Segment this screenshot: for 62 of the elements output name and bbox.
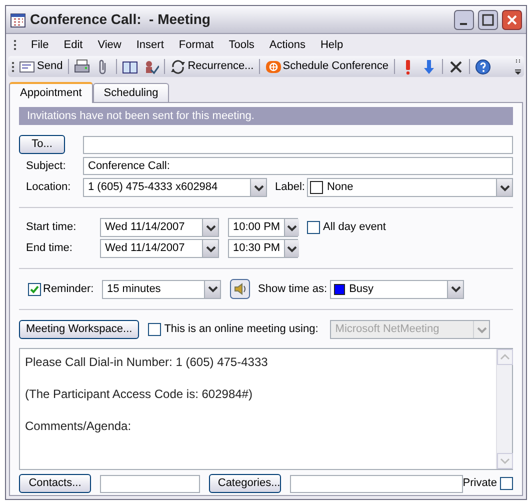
menu-item[interactable]: File — [31, 36, 49, 54]
tab[interactable]: Scheduling — [92, 83, 170, 102]
help-icon[interactable] — [474, 58, 491, 74]
field-label: Start time: — [25, 220, 78, 236]
date-dropdown[interactable]: Wed 11/14/2007 — [100, 239, 219, 258]
address-book-icon[interactable] — [122, 58, 138, 74]
checkbox[interactable] — [28, 282, 41, 296]
toolbar-button[interactable]: Recurrence... — [170, 58, 254, 75]
window-title: Conference Call: - Meeting — [30, 10, 212, 29]
minimize-button[interactable] — [454, 10, 474, 30]
to-button[interactable]: To... — [19, 135, 65, 154]
calendar-icon — [10, 12, 26, 28]
speaker-button[interactable] — [230, 279, 250, 299]
field-label: Show time as: — [258, 282, 328, 297]
menu-item[interactable]: Edit — [64, 36, 83, 54]
tab[interactable]: Appointment — [9, 82, 93, 103]
checkbox-label: This is an online meeting using: — [164, 322, 318, 338]
menu-item[interactable]: Tools — [228, 36, 254, 54]
menu-item[interactable]: Format — [178, 36, 214, 54]
field-label: Subject: — [25, 158, 67, 174]
time-dropdown[interactable]: 10:00 PM — [228, 218, 298, 237]
body-text: (The Participant Access Code is: 602984#) — [25, 386, 254, 403]
menu-item[interactable]: Help — [320, 36, 344, 54]
toolbar-button[interactable]: Schedule Conference — [264, 58, 389, 75]
date-dropdown[interactable]: Wed 11/14/2007 — [100, 218, 219, 237]
checkbox[interactable] — [500, 477, 513, 490]
input-field[interactable]: Conference Call: — [83, 157, 513, 175]
contacts-button[interactable]: Contacts... — [19, 474, 91, 493]
maximize-button[interactable] — [478, 10, 498, 30]
checkbox-label: Reminder: — [43, 282, 95, 297]
categories-button[interactable]: Categories... — [208, 474, 281, 493]
location-dropdown[interactable]: 1 (605) 475-4333 x602984 — [83, 178, 267, 197]
body-text: Comments/Agenda: — [25, 418, 132, 435]
input-field[interactable] — [290, 474, 463, 492]
field-label: Location: — [25, 180, 72, 196]
menu-item[interactable]: View — [98, 36, 122, 54]
show-time-dropdown[interactable]: Busy — [330, 280, 464, 298]
info-bar: Invitations have not been sent for this meeting. — [19, 107, 513, 125]
delete-icon[interactable] — [448, 58, 464, 74]
envelope-icon — [19, 58, 35, 74]
conference-icon — [264, 58, 281, 74]
body-text: Please Call Dial-in Number: 1 (605) 475-4333 — [25, 354, 269, 371]
label-dropdown[interactable]: None — [306, 178, 513, 197]
color-swatch-icon — [310, 181, 323, 194]
toolbar-button[interactable]: Send — [19, 58, 63, 75]
input-field[interactable] — [100, 474, 200, 492]
time-dropdown[interactable]: 10:30 PM — [228, 239, 298, 258]
overflow-icon[interactable] — [514, 57, 522, 75]
printer-icon[interactable] — [74, 58, 90, 74]
field-label: Label: — [275, 180, 305, 196]
message-body[interactable]: Please Call Dial-in Number: 1 (605) 475-4333 (The Participant Access Code is: 602984#) Comments/Agenda: — [19, 348, 513, 470]
field-label: End time: — [25, 241, 74, 256]
meeting-workspace-button[interactable]: Meeting Workspace... — [19, 320, 140, 339]
checkbox[interactable] — [307, 221, 320, 234]
menu-item[interactable]: Insert — [136, 36, 164, 54]
checkbox-label: All day event — [323, 220, 386, 236]
input-field[interactable] — [83, 136, 513, 154]
close-button[interactable] — [502, 10, 522, 30]
reminder-dropdown[interactable]: 15 minutes — [102, 280, 221, 298]
checkbox-label: Private — [462, 476, 497, 492]
menu-item[interactable]: Actions — [269, 36, 306, 54]
refresh-icon — [170, 58, 186, 74]
